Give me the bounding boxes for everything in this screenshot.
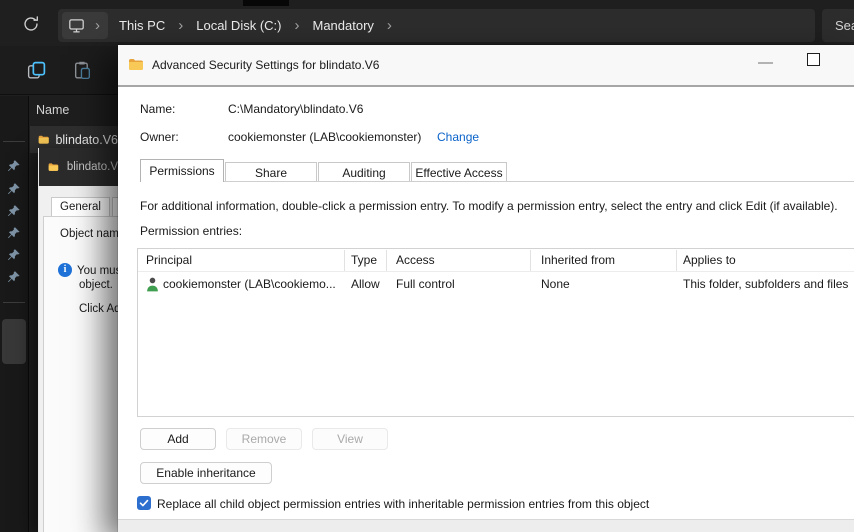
column-divider <box>386 250 387 271</box>
table-header: Principal Type Access Inherited from App… <box>138 249 854 272</box>
table-row[interactable]: cookiemonster (LAB\cookiemo... Allow Ful… <box>138 273 854 296</box>
search-input[interactable]: Sea <box>822 9 854 42</box>
folder-icon <box>48 162 59 171</box>
replace-permissions-checkbox[interactable] <box>137 496 151 510</box>
view-button[interactable]: View <box>312 428 388 450</box>
tab-effective-access[interactable]: Effective Access <box>411 162 507 182</box>
address-bar[interactable]: › This PC › Local Disk (C:) › Mandatory … <box>58 9 815 42</box>
pin-icon[interactable] <box>7 159 21 173</box>
file-name: blindato.V6 <box>55 132 118 147</box>
pin-icon[interactable] <box>7 248 21 262</box>
replace-permissions-label: Replace all child object permission entr… <box>157 497 650 511</box>
properties-dialog: blindato.V General Sha Object name: i Yo… <box>38 148 118 532</box>
rail-selected-item[interactable] <box>2 319 26 364</box>
column-principal[interactable]: Principal <box>146 253 192 267</box>
permission-entries-label: Permission entries: <box>140 224 243 238</box>
permission-entries-table: Principal Type Access Inherited from App… <box>137 248 854 417</box>
rail-divider <box>3 302 25 303</box>
desktop-screenshot: › This PC › Local Disk (C:) › Mandatory … <box>0 0 854 532</box>
column-divider <box>530 250 531 271</box>
explorer-topbar: › This PC › Local Disk (C:) › Mandatory … <box>0 0 854 46</box>
pin-icon[interactable] <box>7 182 21 196</box>
this-pc-monitor-icon <box>69 19 84 33</box>
cell-applies-to: This folder, subfolders and files <box>683 277 849 291</box>
check-icon <box>139 499 149 507</box>
remove-button[interactable]: Remove <box>226 428 302 450</box>
properties-info-line3: Click Ad <box>79 303 118 315</box>
properties-title-bar: blindato.V <box>39 148 118 186</box>
chevron-icon[interactable]: › <box>385 18 394 33</box>
tab-general[interactable]: General <box>51 197 110 216</box>
tab-bar-edge <box>243 0 289 6</box>
tab-auditing[interactable]: Auditing <box>318 162 410 182</box>
dialog-title-bar: Advanced Security Settings for blindato.… <box>118 45 854 87</box>
chevron-icon[interactable]: › <box>292 18 301 33</box>
advanced-security-dialog: Advanced Security Settings for blindato.… <box>118 45 854 532</box>
column-divider <box>676 250 677 271</box>
copy-icon[interactable] <box>26 60 47 81</box>
dialog-title: Advanced Security Settings for blindato.… <box>152 58 380 72</box>
pin-icon[interactable] <box>7 204 21 218</box>
permissions-help-text: For additional information, double-click… <box>140 199 838 213</box>
properties-panel: Object name: i You mus object. Click Ad <box>43 216 118 532</box>
column-inherited-from[interactable]: Inherited from <box>541 253 615 267</box>
rail-divider <box>3 141 25 142</box>
maximize-button[interactable] <box>807 53 820 66</box>
properties-title: blindato.V <box>66 161 118 173</box>
folder-icon <box>38 135 49 144</box>
owner-label: Owner: <box>140 130 179 144</box>
change-owner-link[interactable]: Change <box>437 130 479 144</box>
refresh-button[interactable] <box>20 13 42 35</box>
cell-inherited-from: None <box>541 277 570 291</box>
refresh-icon <box>24 16 38 31</box>
column-applies-to[interactable]: Applies to <box>683 253 736 267</box>
info-icon: i <box>58 263 72 277</box>
object-name-label: Object name: <box>60 228 118 240</box>
name-label: Name: <box>140 102 176 116</box>
column-type[interactable]: Type <box>351 253 377 267</box>
pin-icon[interactable] <box>7 270 21 284</box>
properties-info-line2: object. <box>79 279 113 291</box>
paste-icon[interactable] <box>72 60 93 81</box>
properties-info-line1: You mus <box>77 265 118 277</box>
explorer-toolbar <box>0 46 118 95</box>
breadcrumb-mandatory[interactable]: Mandatory <box>301 18 384 33</box>
breadcrumb-local-disk[interactable]: Local Disk (C:) <box>185 18 292 33</box>
tab-permissions[interactable]: Permissions <box>140 159 224 182</box>
minimize-button[interactable] <box>758 62 773 64</box>
chevron-icon[interactable]: › <box>176 18 185 33</box>
navigation-rail <box>0 96 29 532</box>
enable-inheritance-button[interactable]: Enable inheritance <box>140 462 272 484</box>
column-access[interactable]: Access <box>396 253 435 267</box>
tab-share[interactable]: Share <box>225 162 317 182</box>
breadcrumb-this-pc[interactable]: This PC <box>108 18 176 33</box>
location-icon-segment[interactable]: › <box>62 12 108 39</box>
owner-value: cookiemonster (LAB\cookiemonster) <box>228 130 422 144</box>
column-header-name[interactable]: Name <box>36 103 69 117</box>
column-divider <box>344 250 345 271</box>
dialog-footer <box>118 519 854 532</box>
cell-principal: cookiemonster (LAB\cookiemo... <box>163 277 336 291</box>
add-button[interactable]: Add <box>140 428 216 450</box>
user-icon <box>147 277 158 292</box>
cell-type: Allow <box>351 277 380 291</box>
properties-tabs: General Sha <box>51 197 118 216</box>
folder-icon <box>129 59 143 70</box>
chevron-icon: › <box>95 17 100 34</box>
pin-icon[interactable] <box>7 226 21 240</box>
name-value: C:\Mandatory\blindato.V6 <box>228 102 364 116</box>
tab-strip-line <box>140 181 854 182</box>
dialog-tabs: Permissions Share Auditing Effective Acc… <box>140 159 507 182</box>
cell-access: Full control <box>396 277 455 291</box>
